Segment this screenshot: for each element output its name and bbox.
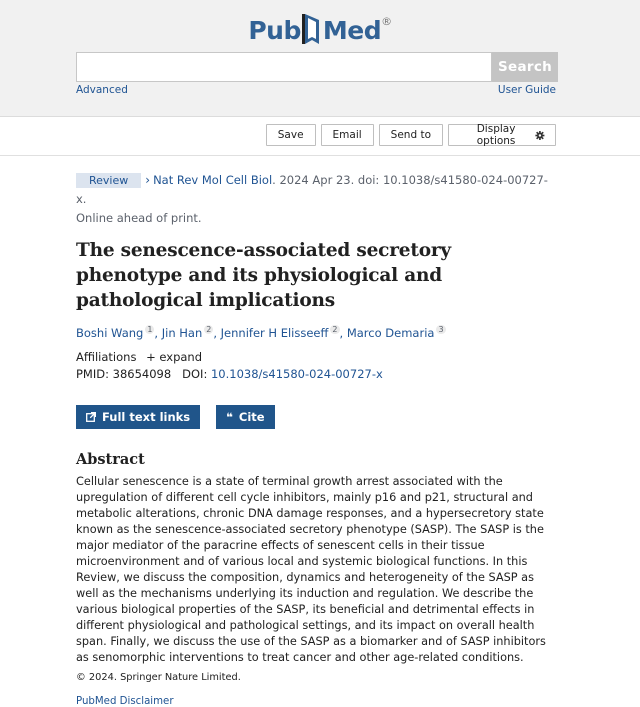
abstract-heading: Abstract <box>76 450 145 468</box>
expand-label: expand <box>159 349 203 364</box>
full-text-links-button[interactable]: Full text links <box>76 404 201 429</box>
registered-mark: ® <box>381 15 392 28</box>
advanced-search-link[interactable]: Advanced <box>76 84 128 96</box>
affiliation-marker[interactable]: 1 <box>145 325 155 334</box>
author-link[interactable]: Jennifer H Elisseeff <box>221 326 329 340</box>
author-link[interactable]: Boshi Wang <box>76 326 143 340</box>
display-options-label: Display options <box>476 123 516 147</box>
cite-button[interactable]: ❝ Cite <box>216 404 275 429</box>
affiliation-marker[interactable]: 2 <box>330 325 340 334</box>
pubmed-disclaimer-link[interactable]: PubMed Disclaimer <box>76 696 556 707</box>
pubmed-flag-icon <box>301 14 319 44</box>
pubmed-logo[interactable]: Pub Med® <box>0 14 640 48</box>
citation-line: Review › Nat Rev Mol Cell Biol. 2024 Apr 2… <box>76 171 556 209</box>
affiliation-marker[interactable]: 3 <box>436 325 446 334</box>
authors-list: Boshi Wang 1, Jin Han 2, Jennifer H Elisse… <box>76 325 446 340</box>
article-buttons: Full text links ❝ Cite <box>76 404 556 429</box>
logo-text-pub: Pub <box>248 16 301 45</box>
gear-icon <box>535 130 545 140</box>
plus-icon: + <box>146 349 156 364</box>
article-content: Review › Nat Rev Mol Cell Biol. 2024 Apr 2… <box>76 171 556 707</box>
display-options-button[interactable]: Display options <box>448 123 556 147</box>
author-link[interactable]: Marco Demaria <box>347 326 435 340</box>
header: Pub Med® Search Advanced User Guide <box>0 0 640 117</box>
search-input[interactable] <box>76 52 492 82</box>
affiliations-toggle[interactable]: Affiliations + expand <box>76 350 556 364</box>
publication-status: Online ahead of print. <box>76 211 202 225</box>
affiliation-marker[interactable]: 2 <box>204 325 214 334</box>
review-badge: Review <box>76 173 142 188</box>
article-title: The senescence-associated secretory phen… <box>76 240 451 311</box>
user-guide-link[interactable]: User Guide <box>498 84 556 96</box>
author-link[interactable]: Jin Han <box>162 326 203 340</box>
action-bar: Save Email Send to Display options <box>0 117 640 156</box>
identifiers: PMID: 38654098 DOI: 10.1038/s41580-024-0… <box>76 367 556 381</box>
save-button[interactable]: Save <box>265 124 316 146</box>
doi-label: DOI: <box>182 366 208 381</box>
send-to-button[interactable]: Send to <box>378 124 443 146</box>
copyright: © 2024. Springer Nature Limited. <box>76 671 241 683</box>
doi-link[interactable]: 10.1038/s41580-024-00727-x <box>211 367 383 381</box>
journal-link[interactable]: Nat Rev Mol Cell Biol <box>153 173 272 187</box>
chevron-right-icon: › <box>145 173 151 187</box>
affiliations-label: Affiliations <box>76 349 137 364</box>
search-bar: Search <box>76 52 559 82</box>
quote-icon: ❝ <box>226 409 233 424</box>
search-button[interactable]: Search <box>492 52 559 82</box>
full-text-links-label: Full text links <box>102 409 191 424</box>
abstract-text: Cellular senescence is a state of termin… <box>76 474 546 664</box>
email-button[interactable]: Email <box>320 124 374 146</box>
pmid: PMID: 38654098 <box>76 366 172 381</box>
cite-label: Cite <box>238 409 265 424</box>
external-link-icon <box>86 411 96 422</box>
logo-text-med: Med <box>322 16 382 45</box>
